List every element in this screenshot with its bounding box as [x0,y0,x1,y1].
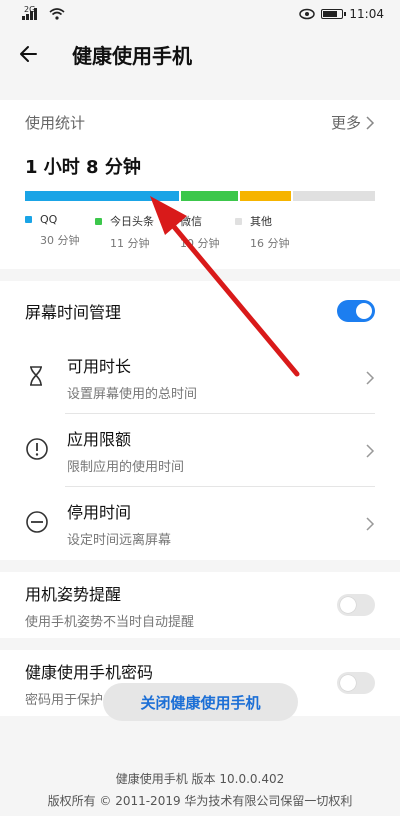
legend-dot [95,217,102,225]
setting-subtitle: 设定时间远离屏幕 [67,533,172,548]
usage-bar-segment [25,191,180,201]
usage-stats-label: 使用统计 [25,114,86,132]
usage-bar-segment [181,191,238,201]
wifi-icon [49,8,65,20]
usage-bar-segment [239,191,291,201]
legend-dot [25,216,32,223]
back-arrow-icon [20,46,37,62]
posture-toggle[interactable] [337,594,375,616]
legend-app-time: 11 分钟 [110,237,150,250]
legend-app-name: QQ [40,213,58,226]
setting-title: 停用时间 [67,503,132,522]
screen-time-title: 屏幕时间管理 [25,303,122,322]
setting-subtitle: 限制应用的使用时间 [67,460,185,475]
header: 健康使用手机 [0,28,400,80]
legend-dot [165,217,172,225]
exclamation-circle-icon [25,437,49,465]
posture-subtitle: 使用手机姿势不当时自动提醒 [25,614,195,630]
legend-app-time: 16 分钟 [250,237,290,250]
legend-app-name: 微信 [180,215,202,228]
setting-row-app-limits[interactable]: 应用限额限制应用的使用时间 [0,414,400,487]
posture-row[interactable]: 用机姿势提醒 使用手机姿势不当时自动提醒 [0,572,400,638]
legend-app-time: 10 分钟 [180,237,220,250]
back-button[interactable] [18,34,58,74]
minus-circle-icon [25,510,49,538]
total-usage-time: 1 小时 8 分钟 [25,157,141,178]
setting-row-available-duration[interactable]: 可用时长设置屏幕使用的总时间 [0,341,400,414]
password-toggle[interactable] [337,672,375,694]
legend-item: 其他 16 分钟 [235,213,305,251]
more-label: 更多 [330,114,361,132]
screen-time-section: 屏幕时间管理 可用时长设置屏幕使用的总时间应用限额限制应用的使用时间停用时间设定… [0,281,400,560]
legend-app-name: 其他 [250,215,272,228]
page-title: 健康使用手机 [72,43,192,68]
screen-time-row[interactable]: 屏幕时间管理 [0,281,400,341]
chevron-right-icon [366,516,375,531]
usage-bar-segment [292,191,376,201]
posture-title: 用机姿势提醒 [25,584,122,604]
chevron-right-icon [366,443,375,458]
usage-legend: QQ 30 分钟 今日头条 11 分钟 微信 10 分钟 其他 16 分钟 [25,213,375,251]
network-type: 2G [24,4,36,14]
legend-dot [235,217,242,225]
legend-app-time: 30 分钟 [40,234,80,247]
chevron-right-icon [366,370,375,385]
legend-item: 今日头条 11 分钟 [95,213,165,251]
posture-section: 用机姿势提醒 使用手机姿势不当时自动提醒 [0,572,400,638]
copyright-text: 版权所有 © 2011-2019 华为技术有限公司保留一切权利 [47,794,353,808]
setting-title: 可用时长 [67,357,132,376]
footer: 健康使用手机 版本 10.0.0.402 版权所有 © 2011-2019 华为… [0,768,400,812]
legend-app-name: 今日头条 [110,215,154,228]
setting-subtitle: 设置屏幕使用的总时间 [67,387,198,402]
eye-comfort-icon [299,8,316,20]
clock: 11:04 [349,7,384,21]
legend-item: 微信 10 分钟 [165,213,235,251]
chevron-right-icon [366,115,375,130]
setting-row-downtime[interactable]: 停用时间设定时间远离屏幕 [0,487,400,560]
battery-icon [321,9,347,19]
usage-stats-card: 使用统计 更多 1 小时 8 分钟 QQ 30 分钟 今日头条 11 分钟 微信 10 分… [0,100,400,269]
legend-item: QQ 30 分钟 [25,213,95,251]
version-text: 健康使用手机 版本 10.0.0.402 [115,772,285,786]
more-link[interactable]: 更多 [331,112,375,133]
hourglass-icon [25,365,47,391]
setting-title: 应用限额 [67,430,132,449]
status-bar: 2G 11:04 [0,0,400,28]
password-title: 健康使用手机密码 [25,662,154,682]
screen-time-toggle[interactable] [337,300,375,322]
close-health-button[interactable]: 关闭健康使用手机 [103,683,298,721]
usage-bar [25,191,376,201]
